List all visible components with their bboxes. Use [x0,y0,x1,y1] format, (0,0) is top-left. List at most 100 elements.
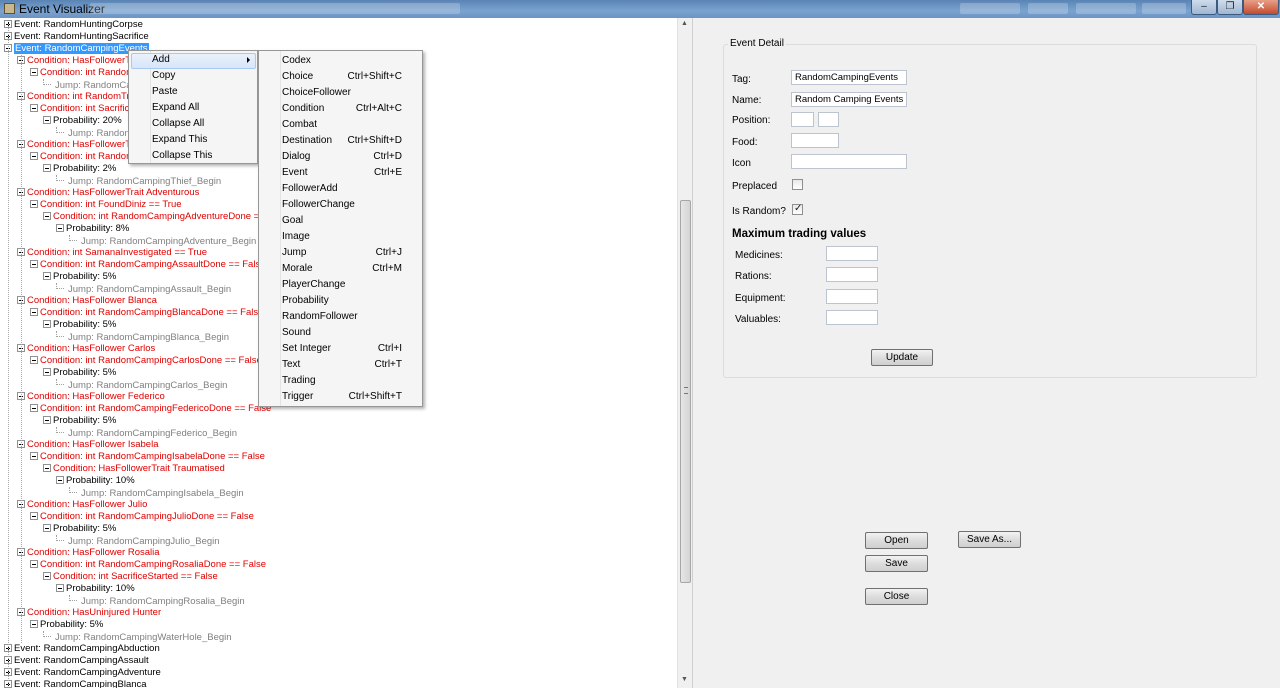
position-y-input[interactable] [818,112,839,127]
collapse-icon[interactable] [30,200,38,208]
tag-input[interactable]: RandomCampingEvents [791,70,907,85]
submenu-item-playerchange[interactable]: PlayerChange [282,277,402,293]
tree-node[interactable]: Condition: int SamanaInvestigated == Tru… [17,247,207,259]
tree-node[interactable]: Condition: HasFollowerTrait Traumatised [43,463,225,475]
submenu-item-goal[interactable]: Goal [282,213,402,229]
save-as-button[interactable]: Save As... [958,531,1021,548]
tree-node[interactable]: Probability: 20% [43,115,122,127]
tree-node[interactable]: Jump: Random [56,127,132,139]
submenu-item-trigger[interactable]: Trigger Ctrl+Shift+T [282,389,402,405]
maximize-button[interactable]: ❐ [1217,0,1243,15]
tree-node[interactable]: Probability: 2% [43,163,116,175]
name-input[interactable]: Random Camping Events [791,92,907,107]
position-x-input[interactable] [791,112,814,127]
tree-node[interactable]: Condition: HasFollower Julio [17,499,147,511]
submenu-item-event[interactable]: Event Ctrl+E [282,165,402,181]
tree-node[interactable]: Condition: int RandomCampingFedericoDone… [30,403,271,415]
menu-item-paste[interactable]: Paste [152,84,252,100]
submenu-item-condition[interactable]: Condition Ctrl+Alt+C [282,101,402,117]
tree-node[interactable]: Event: RandomCampingBlanca [4,679,147,688]
tree-node[interactable]: Condition: HasFollower Isabela [17,439,158,451]
tree-node[interactable]: Event: RandomCampingAbduction [4,643,160,655]
collapse-icon[interactable] [43,464,51,472]
tree-node[interactable]: Probability: 10% [56,475,135,487]
tree-vertical-scrollbar[interactable]: ▲ ▼ [677,18,692,688]
submenu-item-randomfollower[interactable]: RandomFollower [282,309,402,325]
menu-item-copy[interactable]: Copy [152,68,252,84]
tree-node[interactable]: Condition: int RandomCampingAdventureDon… [43,211,273,223]
submenu-item-text[interactable]: Text Ctrl+T [282,357,402,373]
submenu-item-codex[interactable]: Codex [282,53,402,69]
collapse-icon[interactable] [43,164,51,172]
submenu-item-set-integer[interactable]: Set Integer Ctrl+I [282,341,402,357]
close-button[interactable]: Close [865,588,928,605]
tree-node[interactable]: Condition: HasFollowerTrait Adventurous [17,187,199,199]
food-input[interactable] [791,133,839,148]
tree-node[interactable]: Probability: 10% [56,583,135,595]
submenu-item-choice[interactable]: Choice Ctrl+Shift+C [282,69,402,85]
tree-node[interactable]: Condition: HasFollowerT [17,55,131,67]
tree-node[interactable]: Condition: int Random [30,67,134,79]
tree-node[interactable]: Jump: RandomCampingIsabela_Begin [69,487,244,499]
collapse-icon[interactable] [30,104,38,112]
submenu-item-trading[interactable]: Trading [282,373,402,389]
tree-node[interactable]: Condition: int Sacrific [30,103,129,115]
medicines-input[interactable] [826,246,878,261]
tree-node[interactable]: Probability: 5% [43,319,116,331]
collapse-icon[interactable] [43,524,51,532]
tree-node[interactable]: Condition: int RandomCampingJulioDone ==… [30,511,254,523]
collapse-icon[interactable] [56,476,64,484]
collapse-icon[interactable] [30,356,38,364]
submenu-item-probability[interactable]: Probability [282,293,402,309]
tree-node[interactable]: Condition: HasFollower Blanca [17,295,157,307]
tree-scroll-thumb[interactable] [680,200,691,583]
collapse-icon[interactable] [43,320,51,328]
tree-node[interactable]: Jump: RandomCampingRosalia_Begin [69,595,245,607]
tree-node[interactable]: Condition: int RandomCampingBlancaDone =… [30,307,263,319]
is-random-checkbox[interactable] [792,203,803,215]
tree-node[interactable]: Event: RandomCampingAdventure [4,667,161,679]
tree-node[interactable]: Probability: 5% [30,619,103,631]
preplaced-checkbox[interactable] [792,179,803,190]
collapse-icon[interactable] [43,416,51,424]
collapse-icon[interactable] [30,512,38,520]
tree-node[interactable]: Jump: RandomCampingCarlos_Begin [56,379,227,391]
menu-item-expand-this[interactable]: Expand This [152,132,252,148]
menu-item-add[interactable]: Add [152,52,252,68]
collapse-icon[interactable] [43,368,51,376]
collapse-icon[interactable] [30,560,38,568]
collapse-icon[interactable] [43,212,51,220]
submenu-item-followerchange[interactable]: FollowerChange [282,197,402,213]
tree-node[interactable]: Condition: int RandomCampingRosaliaDone … [30,559,266,571]
submenu-item-dialog[interactable]: Dialog Ctrl+D [282,149,402,165]
tree-node[interactable]: Condition: int RandomCampingAssaultDone … [30,259,266,271]
tree-node[interactable]: Probability: 5% [43,523,116,535]
submenu-item-followeradd[interactable]: FollowerAdd [282,181,402,197]
tree-node[interactable]: Condition: HasFollowerT [17,139,131,151]
tree-node[interactable]: Event: RandomCampingEvents [4,43,149,55]
menu-item-collapse-this[interactable]: Collapse This [152,148,252,164]
collapse-icon[interactable] [30,68,38,76]
tree-node[interactable]: Jump: RandomCa [43,79,132,91]
tree-node[interactable]: Event: RandomHuntingCorpse [4,19,143,31]
tree-node[interactable]: Condition: HasUninjured Hunter [17,607,161,619]
menu-item-expand-all[interactable]: Expand All [152,100,252,116]
submenu-item-morale[interactable]: Morale Ctrl+M [282,261,402,277]
collapse-icon[interactable] [30,308,38,316]
submenu-item-sound[interactable]: Sound [282,325,402,341]
collapse-icon[interactable] [43,272,51,280]
menu-item-collapse-all[interactable]: Collapse All [152,116,252,132]
collapse-icon[interactable] [30,152,38,160]
tree-node[interactable]: Jump: RandomCampingJulio_Begin [56,535,220,547]
collapse-icon[interactable] [56,224,64,232]
tree-node[interactable]: Jump: RandomCampingBlanca_Begin [56,331,229,343]
tree-node[interactable]: Condition: int SacrificeStarted == False [43,571,218,583]
close-window-button[interactable]: ✕ [1243,0,1279,15]
collapse-icon[interactable] [30,404,38,412]
rations-input[interactable] [826,267,878,282]
tree-node[interactable]: Condition: HasFollower Carlos [17,343,155,355]
icon-input[interactable] [791,154,907,169]
update-button[interactable]: Update [871,349,933,366]
tree-node[interactable]: Condition: int FoundDiniz == True [30,199,182,211]
tree-node[interactable]: Probability: 5% [43,271,116,283]
